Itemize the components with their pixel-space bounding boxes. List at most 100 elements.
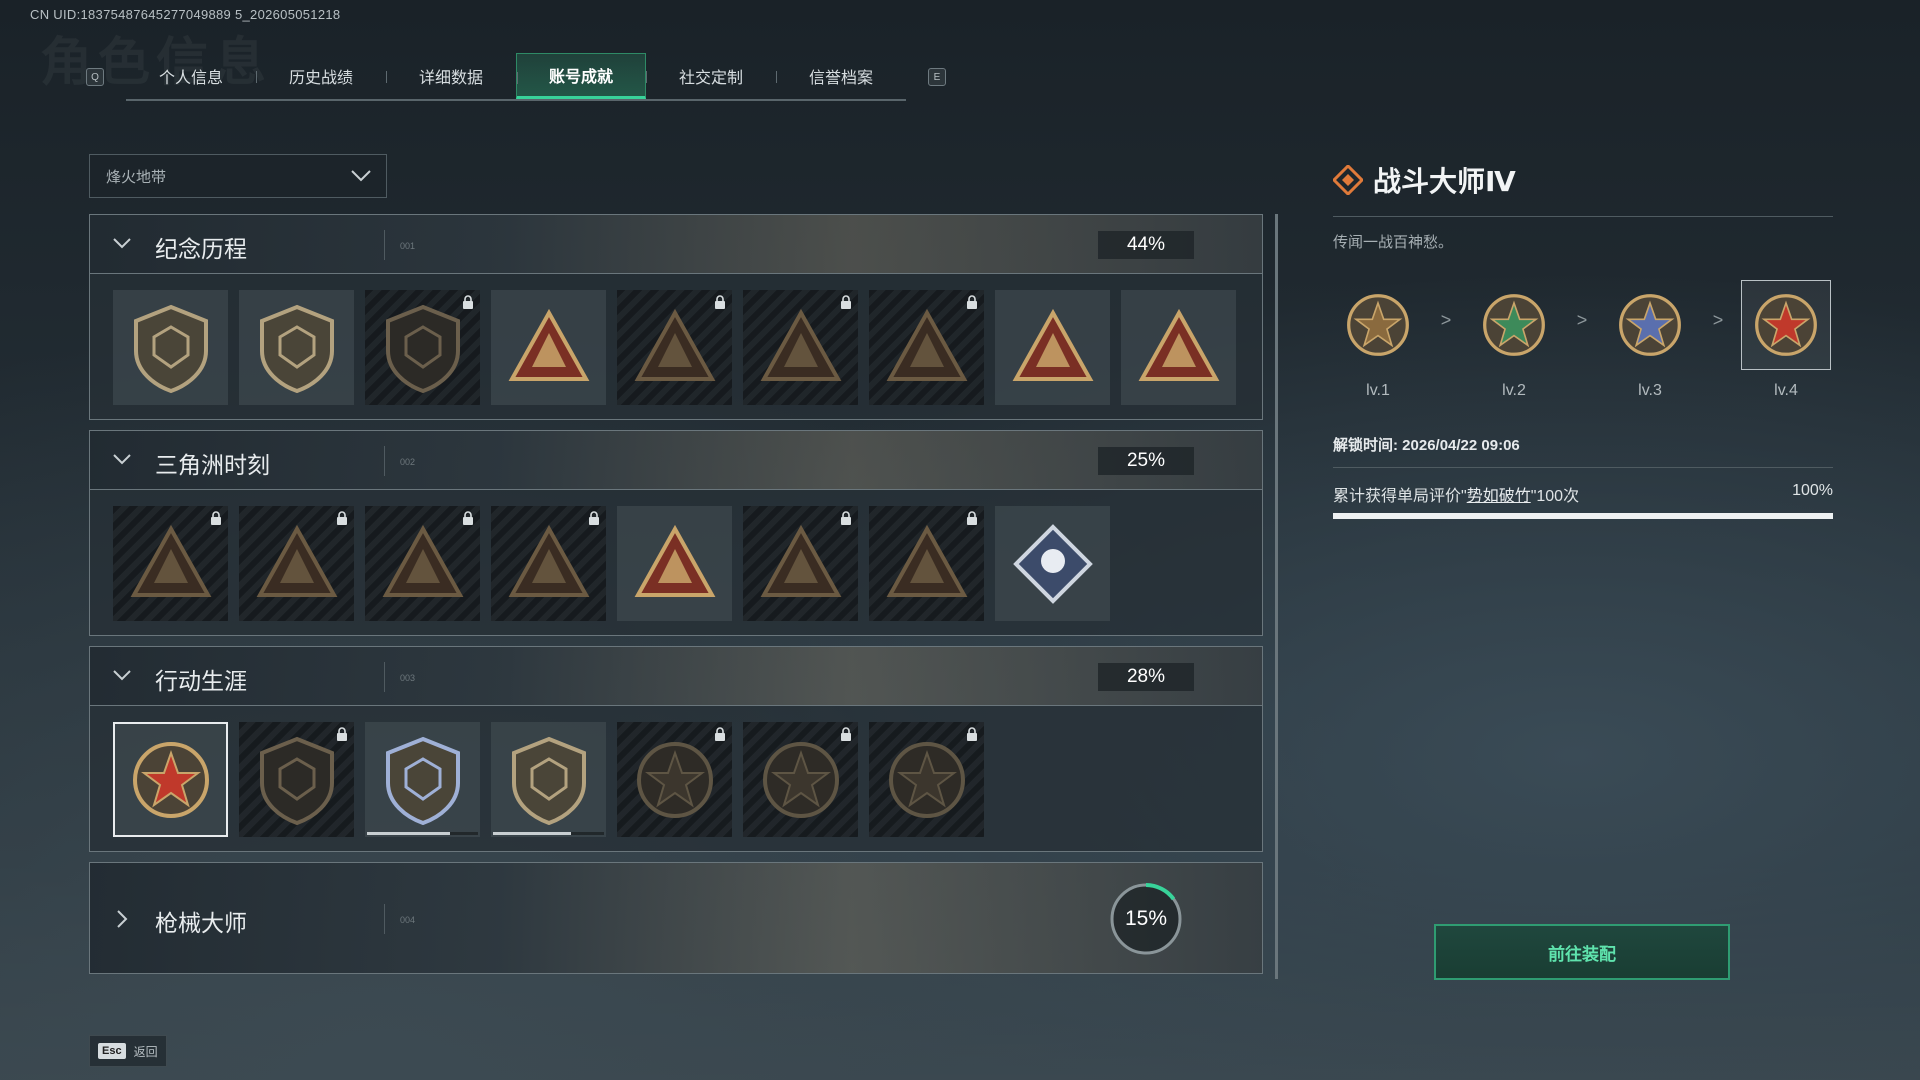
achievement-badge[interactable]	[365, 290, 480, 405]
tab-personal-info[interactable]: 个人信息	[126, 53, 256, 99]
level-label: lv.2	[1502, 382, 1526, 399]
requirement-row: 累计获得单局评价"势如破竹"100次 100%	[1333, 482, 1833, 506]
divider	[1333, 467, 1833, 468]
green-star-medal-icon	[1483, 294, 1545, 356]
lock-icon	[211, 511, 221, 525]
lock-icon	[967, 295, 977, 309]
knot-triangle-icon	[508, 524, 589, 597]
soldier-triangle-icon	[634, 308, 715, 381]
divider	[1333, 216, 1833, 217]
achievement-badge[interactable]	[491, 290, 606, 405]
back-label: 返回	[133, 1044, 158, 1059]
lock-icon	[463, 511, 473, 525]
achievement-badge[interactable]	[743, 290, 858, 405]
squad-triangle-icon	[634, 524, 715, 597]
category-progress: 25%	[1098, 447, 1194, 475]
divider	[384, 230, 385, 260]
badge-grid	[89, 490, 1263, 636]
prev-tab-key[interactable]: Q	[86, 68, 104, 86]
achievement-badge[interactable]	[617, 722, 732, 837]
mode-select[interactable]: 烽火地带	[89, 154, 387, 198]
category-name: 三角洲时刻	[155, 452, 270, 478]
category-code: 003	[400, 673, 416, 683]
achievement-badge[interactable]	[995, 290, 1110, 405]
badge-progress-bar	[493, 832, 604, 835]
divider	[384, 662, 385, 692]
chevron-down-icon	[113, 454, 131, 465]
badge-grid	[89, 706, 1263, 852]
category-header[interactable]: 纪念历程 001 44%	[89, 214, 1263, 274]
achievement-badge[interactable]	[869, 722, 984, 837]
achievement-badge[interactable]	[239, 290, 354, 405]
category-header[interactable]: 三角洲时刻 002 25%	[89, 430, 1263, 490]
category-code: 004	[400, 915, 416, 925]
achievement-badge[interactable]	[743, 506, 858, 621]
back-button[interactable]: Esc 返回	[89, 1035, 167, 1067]
achievement-badge[interactable]	[113, 722, 228, 837]
tab-social[interactable]: 社交定制	[646, 53, 776, 99]
crossed-rifles-triangle-icon	[886, 308, 967, 381]
round-helmet-medal-icon	[636, 741, 713, 818]
armor-triangle-icon	[256, 524, 337, 597]
achievement-badge[interactable]	[743, 722, 858, 837]
tab-history[interactable]: 历史战绩	[256, 53, 386, 99]
category-name: 行动生涯	[155, 668, 247, 694]
category-code: 001	[400, 241, 416, 251]
category-code: 002	[400, 457, 416, 467]
achievement-badge[interactable]	[869, 506, 984, 621]
category-header[interactable]: 枪械大师 004 15%	[89, 862, 1263, 974]
achievement-badge[interactable]	[239, 506, 354, 621]
category-panel: 枪械大师 004 15%	[89, 862, 1263, 974]
lock-icon	[715, 295, 725, 309]
lock-icon	[967, 511, 977, 525]
achievement-badge[interactable]	[491, 722, 606, 837]
achievement-badge[interactable]	[365, 722, 480, 837]
achievement-badge[interactable]	[869, 290, 984, 405]
fist-triangle-icon	[1012, 308, 1093, 381]
achievement-badge[interactable]	[113, 290, 228, 405]
tab-achievements[interactable]: 账号成就	[516, 53, 646, 99]
equip-button[interactable]: 前往装配	[1434, 924, 1730, 980]
requirement-text: 累计获得单局评价"势如破竹"100次	[1333, 488, 1580, 505]
level-item[interactable]: lv.1	[1333, 280, 1423, 400]
star-medal-icon	[132, 741, 209, 818]
detail-title: 战斗大师Ⅳ	[1373, 166, 1516, 197]
scrollbar[interactable]	[1275, 214, 1278, 979]
achievement-badge[interactable]	[1121, 290, 1236, 405]
category-panel: 行动生涯 003 28%	[89, 646, 1263, 852]
tab-reputation[interactable]: 信誉档案	[776, 53, 906, 99]
tab-detailed-data[interactable]: 详细数据	[386, 53, 516, 99]
achievement-badge[interactable]	[491, 506, 606, 621]
divider	[384, 446, 385, 476]
achievement-badge[interactable]	[113, 506, 228, 621]
hex-shield-icon	[385, 304, 460, 393]
beast-triangle-icon	[760, 524, 841, 597]
unlock-time: 解锁时间: 2026/04/22 09:06	[1333, 437, 1520, 454]
level-arrow: >	[1440, 310, 1452, 330]
level-progression: lv.1 > lv.2 > lv.3 > lv.4	[1333, 280, 1833, 400]
level-item[interactable]: lv.3	[1605, 280, 1695, 400]
diamond-emblem-icon	[1333, 165, 1363, 195]
achievement-badge[interactable]	[995, 506, 1110, 621]
achievement-badge[interactable]	[617, 506, 732, 621]
next-tab-key[interactable]: E	[928, 68, 946, 86]
category-header[interactable]: 行动生涯 003 28%	[89, 646, 1263, 706]
achievement-badge[interactable]	[365, 506, 480, 621]
chevron-down-icon	[113, 670, 131, 681]
level-label: lv.3	[1638, 382, 1662, 399]
diamond-flower-icon	[1012, 523, 1093, 604]
level-label: lv.1	[1366, 382, 1390, 399]
level-arrow: >	[1576, 310, 1588, 330]
level-arrow: >	[1712, 310, 1724, 330]
flask-triangle-icon	[508, 308, 589, 381]
level-item[interactable]: lv.2	[1469, 280, 1559, 400]
achievement-badge[interactable]	[239, 722, 354, 837]
bronze-star-medal-icon	[1347, 294, 1409, 356]
category-name: 枪械大师	[155, 910, 247, 936]
level-label: lv.4	[1774, 382, 1798, 399]
detail-title-row: 战斗大师Ⅳ	[1333, 160, 1833, 200]
requirement-link[interactable]: 势如破竹	[1467, 488, 1531, 505]
chevron-down-icon	[351, 170, 371, 182]
achievement-badge[interactable]	[617, 290, 732, 405]
level-item[interactable]: lv.4	[1741, 280, 1831, 400]
